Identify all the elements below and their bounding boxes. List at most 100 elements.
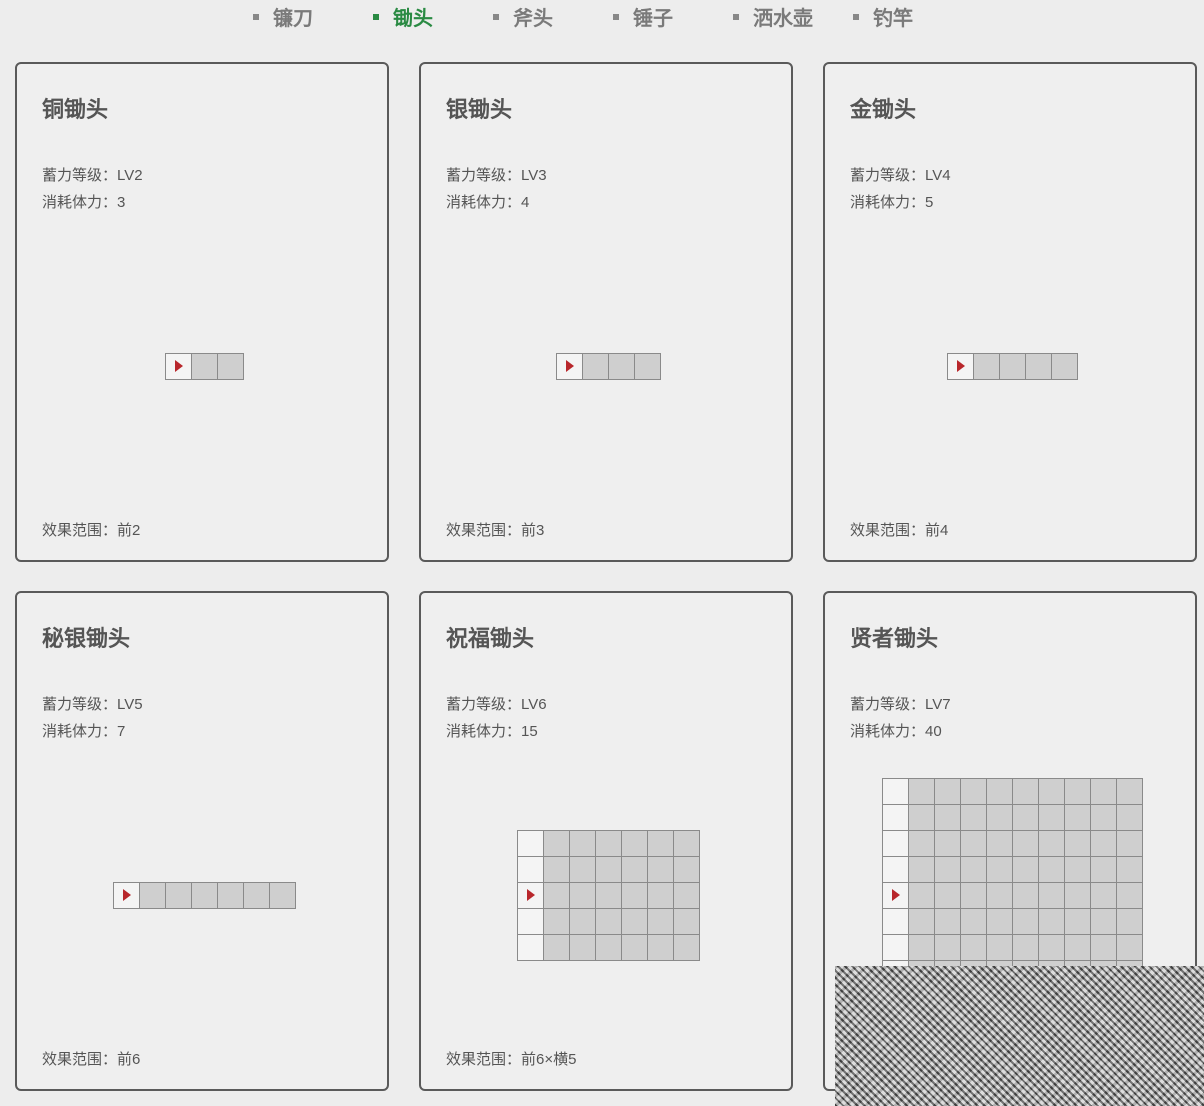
stamina-cost: 消耗体力：4: [446, 194, 530, 211]
tab-hammer[interactable]: 锤子: [613, 2, 673, 31]
range-cell: [1117, 909, 1143, 935]
range-grid: [947, 353, 1078, 380]
range-cell: [1065, 779, 1091, 805]
range-cell: [596, 909, 622, 935]
range-cell: [1065, 935, 1091, 961]
effect-range: 效果范围：前4: [850, 522, 949, 539]
range-cell: [570, 883, 596, 909]
range-cell: [935, 935, 961, 961]
range-cell: [1091, 805, 1117, 831]
range-cell: [648, 857, 674, 883]
range-cell: [909, 831, 935, 857]
range-cell: [609, 354, 635, 380]
range-cell: [596, 935, 622, 961]
charge-level: 蓄力等级：LV7: [850, 696, 951, 713]
tool-card: 祝福锄头 蓄力等级：LV6 消耗体力：15 效果范围：前6×横5: [419, 591, 793, 1091]
effect-range: 效果范围：前6: [42, 1051, 141, 1068]
range-cell: [987, 779, 1013, 805]
range-cell: [935, 857, 961, 883]
range-cell: [935, 909, 961, 935]
empty-cell: [518, 909, 544, 935]
range-cell: [1117, 935, 1143, 961]
tool-tabs: 镰刀 锄头 斧头 锤子 洒水壶 钓竿: [0, 0, 1204, 30]
charge-level: 蓄力等级：LV5: [42, 696, 143, 713]
range-cell: [1091, 935, 1117, 961]
tab-axe[interactable]: 斧头: [493, 2, 553, 31]
tab-sickle[interactable]: 镰刀: [253, 2, 313, 31]
range-cell: [270, 883, 296, 909]
range-cell: [140, 883, 166, 909]
range-cell: [1117, 883, 1143, 909]
empty-cell: [518, 935, 544, 961]
tab-hoe[interactable]: 锄头: [373, 2, 433, 31]
range-cell: [935, 883, 961, 909]
range-cell: [192, 883, 218, 909]
range-cell: [961, 779, 987, 805]
effect-range: 效果范围：前6×横5: [446, 1051, 577, 1068]
range-cell: [1013, 909, 1039, 935]
range-cell: [544, 883, 570, 909]
range-cell: [622, 831, 648, 857]
range-cell: [635, 354, 661, 380]
bullet-icon: [853, 13, 859, 20]
range-cell: [1013, 779, 1039, 805]
range-cell: [1065, 909, 1091, 935]
range-cell: [1091, 883, 1117, 909]
range-cell: [1065, 857, 1091, 883]
range-cell: [648, 831, 674, 857]
card-title: 贤者锄头: [850, 626, 939, 651]
range-grid: [556, 353, 661, 380]
range-cell: [1039, 909, 1065, 935]
player-cell: [883, 883, 909, 909]
range-cell: [570, 857, 596, 883]
stamina-cost: 消耗体力：40: [850, 723, 942, 740]
bullet-icon: [373, 13, 379, 20]
range-cell: [909, 909, 935, 935]
range-cell: [622, 935, 648, 961]
range-cell: [961, 805, 987, 831]
card-title: 银锄头: [446, 97, 513, 122]
range-cell: [1013, 805, 1039, 831]
range-grid: [165, 353, 244, 380]
range-cell: [674, 857, 700, 883]
tab-fishing-rod[interactable]: 钓竿: [853, 2, 913, 31]
effect-range: 效果范围：前3: [446, 522, 545, 539]
card-title: 铜锄头: [42, 97, 109, 122]
tab-label: 洒水壶: [753, 8, 813, 30]
player-cell: [518, 883, 544, 909]
range-grid: [517, 830, 700, 961]
range-cell: [1052, 354, 1078, 380]
card-title: 金锄头: [850, 97, 917, 122]
range-cell: [1091, 909, 1117, 935]
range-cell: [674, 935, 700, 961]
stamina-cost: 消耗体力：15: [446, 723, 538, 740]
range-cell: [961, 857, 987, 883]
range-cell: [1039, 883, 1065, 909]
tab-label: 斧头: [513, 8, 553, 30]
range-cell: [1013, 831, 1039, 857]
range-cell: [1091, 779, 1117, 805]
range-cell: [544, 909, 570, 935]
range-cell: [218, 354, 244, 380]
range-cell: [1091, 831, 1117, 857]
range-cell: [1039, 935, 1065, 961]
direction-arrow-icon: [527, 889, 535, 901]
range-cell: [961, 883, 987, 909]
range-grid: [113, 882, 296, 909]
empty-cell: [883, 779, 909, 805]
charge-level: 蓄力等级：LV2: [42, 167, 143, 184]
player-cell: [557, 354, 583, 380]
range-cell: [909, 857, 935, 883]
bullet-icon: [733, 13, 739, 20]
range-cell: [1065, 883, 1091, 909]
charge-level: 蓄力等级：LV4: [850, 167, 951, 184]
range-cell: [544, 857, 570, 883]
tab-watering-can[interactable]: 洒水壶: [733, 2, 813, 31]
range-cell: [1091, 857, 1117, 883]
range-cell: [935, 831, 961, 857]
direction-arrow-icon: [566, 360, 574, 372]
range-cell: [648, 935, 674, 961]
range-cell: [1013, 883, 1039, 909]
charge-level: 蓄力等级：LV3: [446, 167, 547, 184]
tab-label: 钓竿: [873, 8, 913, 30]
